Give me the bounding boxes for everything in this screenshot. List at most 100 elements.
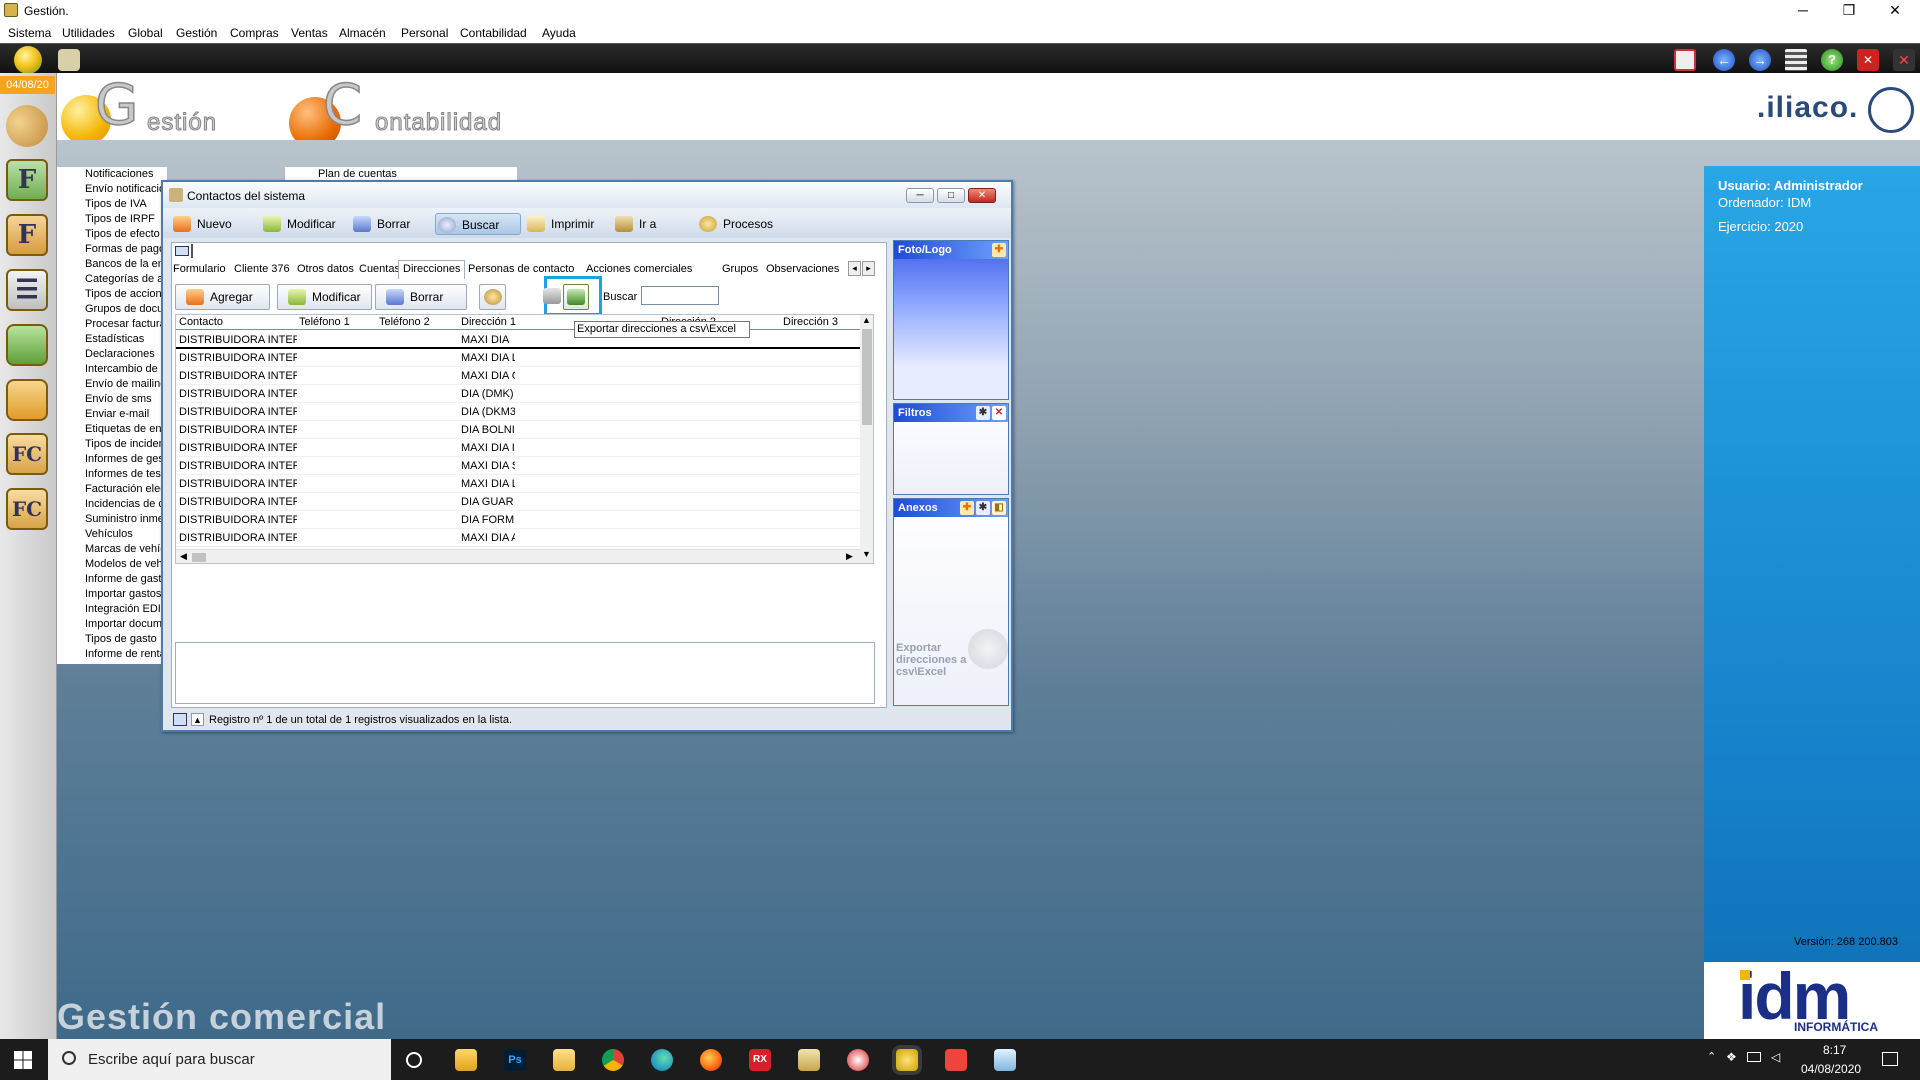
- side-menu-item[interactable]: Integración EDI: [57, 602, 167, 617]
- col-contacto[interactable]: Contacto: [179, 316, 223, 328]
- firefox-icon[interactable]: [700, 1049, 722, 1071]
- clock-date[interactable]: 04/08/2020: [1801, 1062, 1861, 1076]
- col-direccion3[interactable]: Dirección 3: [783, 316, 838, 328]
- tray-up-icon[interactable]: ⌃: [1707, 1050, 1716, 1063]
- tab-formulario[interactable]: Formulario: [173, 263, 226, 275]
- side-menu-item[interactable]: Tipos de incidencias: [57, 437, 167, 452]
- vertical-scrollbar[interactable]: ▲ ▼: [860, 315, 873, 563]
- status-up-icon[interactable]: ▲: [191, 713, 204, 726]
- side-menu-item[interactable]: Tipos de IRPF: [57, 212, 167, 227]
- menu-sistema[interactable]: Sistema: [8, 26, 51, 40]
- side-menu-item[interactable]: Importar documentos: [57, 617, 167, 632]
- volume-icon[interactable]: ◁: [1771, 1050, 1780, 1064]
- imprimir-button[interactable]: Imprimir: [525, 213, 594, 235]
- tab-otros-datos[interactable]: Otros datos: [297, 263, 354, 275]
- table-row[interactable]: DISTRIBUIDORA INTEF DIA BOLNI: [176, 421, 860, 439]
- users-icon[interactable]: [58, 49, 80, 71]
- col-telefono1[interactable]: Teléfono 1: [299, 316, 350, 328]
- side-menu-item[interactable]: Suministro inmediato: [57, 512, 167, 527]
- contacts-icon[interactable]: [6, 105, 48, 147]
- box-green-icon[interactable]: [6, 324, 48, 366]
- menu-almacen[interactable]: Almacén: [339, 26, 386, 40]
- scroll-up-icon[interactable]: ▲: [862, 315, 871, 325]
- edge-icon[interactable]: [651, 1049, 673, 1071]
- side-menu-item[interactable]: Tipos de gasto: [57, 632, 167, 647]
- tab-scroll-right-icon[interactable]: ▸: [862, 261, 875, 276]
- side-menu-item[interactable]: Tipos de acciones: [57, 287, 167, 302]
- table-row[interactable]: DISTRIBUIDORA INTEF DIA (DKM3: [176, 403, 860, 421]
- side-menu-item[interactable]: Procesar facturas: [57, 317, 167, 332]
- side-menu-item[interactable]: Grupos de documentos: [57, 302, 167, 317]
- photoshop-icon[interactable]: Ps: [504, 1049, 526, 1071]
- taskbar-search[interactable]: Escribe aquí para buscar: [48, 1039, 391, 1080]
- fc-icon[interactable]: FC: [6, 433, 48, 475]
- filtros-close-icon[interactable]: ✕: [992, 406, 1006, 420]
- anexos-open-icon[interactable]: ◧: [992, 501, 1006, 515]
- tab-acciones-comerciales[interactable]: Acciones comerciales: [586, 263, 692, 275]
- fc2-icon[interactable]: FC: [6, 488, 48, 530]
- side-menu-item[interactable]: Declaraciones: [57, 347, 167, 362]
- notes-area[interactable]: [175, 642, 875, 704]
- exit-icon[interactable]: ✕: [1893, 49, 1915, 71]
- tab-direcciones[interactable]: Direcciones: [398, 260, 466, 279]
- gestion-app-icon[interactable]: [896, 1049, 918, 1071]
- menu-personal[interactable]: Personal: [401, 26, 448, 40]
- record-nav-icon[interactable]: [175, 246, 189, 256]
- anexos-settings-icon[interactable]: ✱: [976, 501, 990, 515]
- status-folder-icon[interactable]: [173, 713, 187, 726]
- side-menu-item[interactable]: Enviar e-mail: [57, 407, 167, 422]
- mail-icon[interactable]: [1674, 49, 1696, 71]
- tab-observaciones[interactable]: Observaciones: [766, 263, 839, 275]
- modificar-dir-button[interactable]: Modificar: [277, 284, 372, 310]
- record-field-caret[interactable]: [191, 244, 193, 258]
- menu-global[interactable]: Global: [128, 26, 163, 40]
- folder-icon[interactable]: [553, 1049, 575, 1071]
- table-row[interactable]: DISTRIBUIDORA INTEF MAXI DIA C: [176, 367, 860, 385]
- file-explorer-icon[interactable]: [455, 1049, 477, 1071]
- map-button[interactable]: [479, 284, 506, 310]
- menu-ayuda[interactable]: Ayuda: [542, 26, 576, 40]
- nuevo-button[interactable]: Nuevo: [171, 213, 232, 235]
- task-view-icon[interactable]: [406, 1052, 422, 1068]
- dialog-maximize-button[interactable]: □: [937, 188, 965, 203]
- close-window-icon[interactable]: ✕: [1857, 49, 1879, 71]
- chrome-icon[interactable]: [602, 1049, 624, 1071]
- dropbox-icon[interactable]: ❖: [1726, 1050, 1737, 1064]
- side-menu-item[interactable]: Envío de mailing: [57, 377, 167, 392]
- side-menu-item[interactable]: Intercambio de datos: [57, 362, 167, 377]
- invoice-f-icon[interactable]: F: [6, 159, 48, 201]
- buscar-button[interactable]: Buscar: [435, 213, 521, 235]
- scroll-thumb[interactable]: [862, 329, 872, 425]
- table-row[interactable]: DISTRIBUIDORA INTEF DIA GUAR: [176, 493, 860, 511]
- export-excel-button[interactable]: [563, 284, 589, 310]
- help-icon[interactable]: ?: [1821, 49, 1843, 71]
- scroll-left-icon[interactable]: ◀: [180, 551, 187, 562]
- side-menu-item[interactable]: Estadísticas: [57, 332, 167, 347]
- side-menu-item[interactable]: Formas de pago: [57, 242, 167, 257]
- table-row[interactable]: DISTRIBUIDORA INTEF MAXI DIA A: [176, 529, 860, 547]
- tab-cuentas[interactable]: Cuentas: [359, 263, 400, 275]
- import-button[interactable]: [539, 284, 563, 310]
- hscroll-thumb[interactable]: [192, 553, 206, 562]
- side-menu-item[interactable]: Informes de tesorería: [57, 467, 167, 482]
- ir-a-button[interactable]: Ir a: [613, 213, 656, 235]
- side-menu-item[interactable]: Bancos de la empresa: [57, 257, 167, 272]
- procesos-button[interactable]: Procesos: [697, 213, 773, 235]
- menu-contabilidad[interactable]: Contabilidad: [460, 26, 527, 40]
- buscar-input[interactable]: [641, 286, 719, 305]
- side-menu-item[interactable]: Vehículos: [57, 527, 167, 542]
- anydesk-icon[interactable]: [945, 1049, 967, 1071]
- rx-app-icon[interactable]: RX: [749, 1049, 771, 1071]
- side-menu-item[interactable]: Importar gastos: [57, 587, 167, 602]
- dialog-title-bar[interactable]: Contactos del sistema ─ □ ✕: [163, 182, 1011, 208]
- close-button[interactable]: ✕: [1872, 0, 1918, 21]
- table-row[interactable]: DISTRIBUIDORA INTEF MAXI DIA: [176, 331, 860, 349]
- scroll-right-icon[interactable]: ▶: [846, 551, 853, 562]
- side-menu-item[interactable]: Tipos de IVA: [57, 197, 167, 212]
- menu-gestion[interactable]: Gestión: [176, 26, 217, 40]
- antivirus-icon[interactable]: [847, 1049, 869, 1071]
- side-menu-item[interactable]: Facturación electrónica: [57, 482, 167, 497]
- clock-time[interactable]: 8:17: [1823, 1043, 1846, 1057]
- home-orb-icon[interactable]: [14, 46, 42, 74]
- dialog-close-button[interactable]: ✕: [968, 188, 996, 203]
